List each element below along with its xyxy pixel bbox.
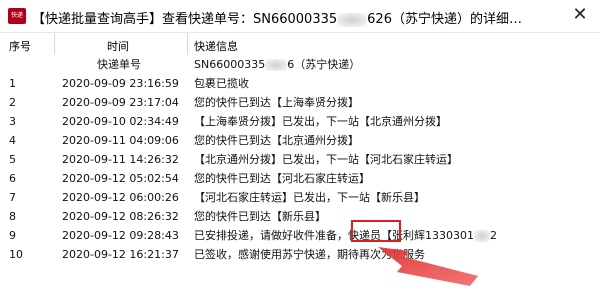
annotation-arrow [378, 247, 478, 286]
